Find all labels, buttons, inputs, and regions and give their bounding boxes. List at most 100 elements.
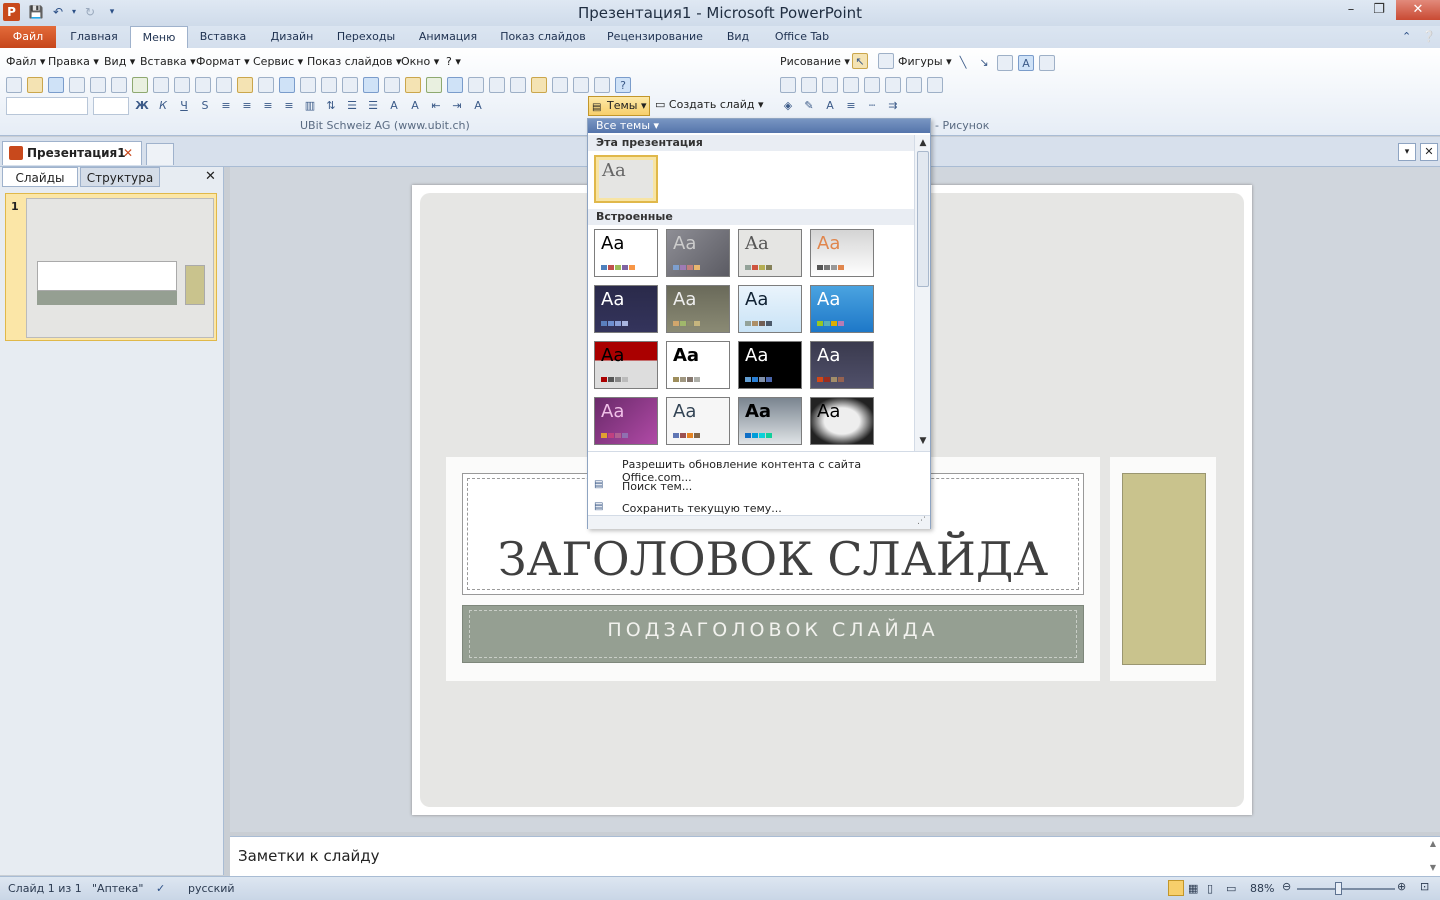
font-name-select[interactable] <box>6 97 88 115</box>
slide-layout-icon[interactable] <box>573 77 589 93</box>
create-slide-button[interactable]: ▭ Создать слайд ▾ <box>655 98 764 111</box>
columns-text-icon[interactable]: ▥ <box>302 98 318 114</box>
decrease-font-icon[interactable]: A <box>407 98 423 114</box>
open-icon[interactable] <box>27 77 43 93</box>
theme-apothecary[interactable]: Aa <box>738 229 802 277</box>
bullets-icon[interactable]: ☰ <box>365 98 381 114</box>
scroll-up-icon[interactable]: ▲ <box>917 137 929 149</box>
slide-design-icon[interactable] <box>552 77 568 93</box>
menu-edit[interactable]: Правка ▾ <box>48 55 99 68</box>
align-left-icon[interactable]: ≡ <box>218 98 234 114</box>
document-tab[interactable]: Презентация1 ✕ <box>2 141 142 165</box>
tab-home[interactable]: Главная <box>62 26 126 48</box>
drawing-menu[interactable]: Рисование ▾ <box>780 55 850 68</box>
spelling-icon[interactable] <box>132 77 148 93</box>
toolbar-help-icon[interactable]: ? <box>615 77 631 93</box>
tables-borders-icon[interactable] <box>342 77 358 93</box>
research-icon[interactable] <box>153 77 169 93</box>
redo-icon[interactable]: ↻ <box>82 4 98 20</box>
shadow-icon[interactable]: S <box>197 98 213 114</box>
language-indicator[interactable]: русский <box>188 882 235 895</box>
all-themes-filter[interactable]: Все темы ▾ <box>588 119 930 133</box>
theme-civic[interactable]: Aa <box>666 285 730 333</box>
proofing-icon[interactable]: ✓ <box>156 882 165 895</box>
undo-icon[interactable]: ↶ <box>50 4 66 20</box>
reading-view-icon[interactable]: ▯ <box>1207 882 1213 895</box>
close-pane-icon[interactable]: ✕ <box>205 169 216 184</box>
theme-office[interactable]: Aa <box>594 229 658 277</box>
theme-executive[interactable]: Aa <box>666 397 730 445</box>
show-formatting-icon[interactable] <box>489 77 505 93</box>
new-document-tab[interactable] <box>146 143 174 165</box>
slide-sorter-icon[interactable]: ▦ <box>1188 882 1198 895</box>
theme-couture[interactable]: Aa <box>666 341 730 389</box>
underline-icon[interactable]: Ч <box>176 98 192 114</box>
notes-pane[interactable]: Заметки к слайду ▲ ▼ <box>230 836 1440 876</box>
cut-icon[interactable] <box>195 77 211 93</box>
powerpoint-app-icon[interactable]: P <box>3 3 20 21</box>
theme-equity[interactable]: Aa <box>810 341 874 389</box>
fit-to-window-icon[interactable]: ⊡ <box>1420 880 1429 893</box>
print-icon[interactable] <box>90 77 106 93</box>
zoom-slider-thumb[interactable] <box>1335 882 1342 895</box>
tab-design[interactable]: Дизайн <box>262 26 322 48</box>
zoom-icon[interactable] <box>594 77 610 93</box>
theme-black-tie[interactable]: Aa <box>594 285 658 333</box>
menu-tools[interactable]: Сервис ▾ <box>253 55 303 68</box>
smartart-icon[interactable] <box>447 77 463 93</box>
clipart-icon[interactable] <box>1039 55 1055 71</box>
normal-view-icon[interactable] <box>1168 880 1184 896</box>
theme-aspect[interactable]: Aa <box>666 229 730 277</box>
dash-style-icon[interactable]: ┄ <box>864 98 880 114</box>
notes-scroll-up-icon[interactable]: ▲ <box>1430 839 1436 848</box>
new-slide-icon[interactable] <box>426 77 442 93</box>
format-painter-icon[interactable] <box>258 77 274 93</box>
save-icon[interactable]: 💾 <box>28 4 44 20</box>
redo-toolbar-icon[interactable] <box>300 77 316 93</box>
font-size-select[interactable] <box>93 97 129 115</box>
arrow-icon[interactable]: ↘ <box>976 55 992 71</box>
text-direction-icon[interactable]: ⇅ <box>323 98 339 114</box>
font-color-icon[interactable]: A <box>470 98 486 114</box>
shapes-menu[interactable]: Фигуры ▾ <box>898 55 952 68</box>
close-all-tabs-icon[interactable]: ✕ <box>1420 143 1438 161</box>
slide-title[interactable]: ЗАГОЛОВОК СЛАЙДА <box>463 532 1083 586</box>
save-file-icon[interactable] <box>48 77 64 93</box>
tab-file[interactable]: Файл <box>0 26 56 48</box>
columns-icon[interactable] <box>384 77 400 93</box>
grid-icon[interactable] <box>510 77 526 93</box>
contrast-icon[interactable] <box>801 77 817 93</box>
select-pointer-icon[interactable]: ↖ <box>852 53 868 69</box>
compress-icon[interactable] <box>885 77 901 93</box>
align-right-icon[interactable]: ≡ <box>260 98 276 114</box>
customize-qat-icon[interactable]: ▾ <box>104 4 120 20</box>
hyperlink-icon[interactable] <box>321 77 337 93</box>
insert-picture-icon[interactable] <box>780 77 796 93</box>
notes-placeholder[interactable]: Заметки к слайду <box>238 847 380 865</box>
chart-icon[interactable] <box>405 77 421 93</box>
themes-scroll-thumb[interactable] <box>917 151 929 287</box>
insert-table-icon[interactable] <box>363 77 379 93</box>
recolor-icon[interactable] <box>906 77 922 93</box>
rotate-icon[interactable] <box>864 77 880 93</box>
theme-clarity[interactable]: Aa <box>738 285 802 333</box>
tab-slides[interactable]: Слайды <box>2 167 78 187</box>
notes-scroll-down-icon[interactable]: ▼ <box>1430 863 1436 872</box>
permission-icon[interactable] <box>69 77 85 93</box>
justify-icon[interactable]: ≡ <box>281 98 297 114</box>
shape-font-color-icon[interactable]: A <box>822 98 838 114</box>
color-grayscale-icon[interactable] <box>531 77 547 93</box>
zoom-in-icon[interactable]: ⊕ <box>1397 880 1406 893</box>
accent-rectangle[interactable] <box>1122 473 1206 665</box>
theme-concourse[interactable]: Aa <box>594 341 658 389</box>
close-window-icon[interactable]: ✕ <box>1396 0 1440 20</box>
reset-picture-icon[interactable] <box>927 77 943 93</box>
themes-button[interactable]: ▤ Темы ▾ <box>588 96 650 116</box>
theme-elemental[interactable]: Aa <box>738 341 802 389</box>
menu-insert[interactable]: Вставка ▾ <box>140 55 196 68</box>
new-icon[interactable] <box>6 77 22 93</box>
textbox-icon[interactable] <box>997 55 1013 71</box>
menu-slideshow[interactable]: Показ слайдов ▾ <box>307 55 402 68</box>
italic-icon[interactable]: К <box>155 98 171 114</box>
tab-review[interactable]: Рецензирование <box>600 26 710 48</box>
